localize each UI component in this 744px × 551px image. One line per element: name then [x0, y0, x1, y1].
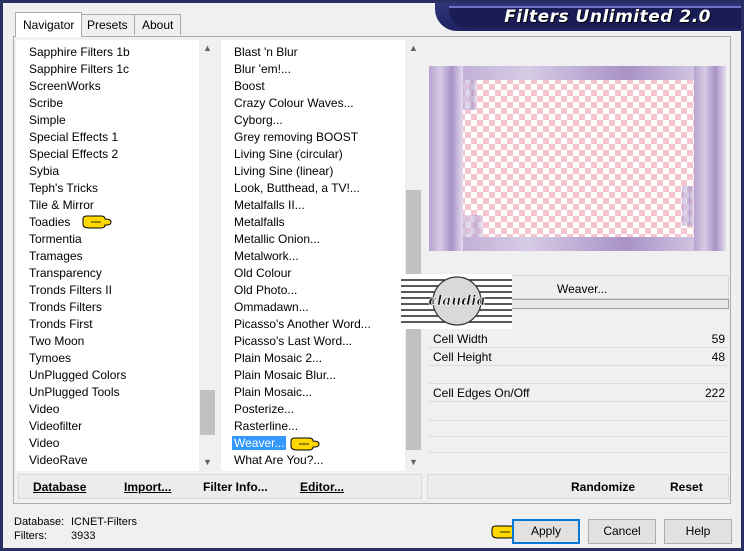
category-list-item[interactable]: Tronds Filters II: [16, 282, 199, 299]
category-list-item[interactable]: Two Moon: [16, 333, 199, 350]
filter-list-item[interactable]: Grey removing BOOST: [221, 129, 405, 146]
filters-status-value: 3933: [71, 530, 96, 542]
category-list-item[interactable]: UnPlugged Tools: [16, 384, 199, 401]
filter-list-item[interactable]: Picasso's Another Word...: [221, 316, 405, 333]
app-title: Filters Unlimited 2.0: [504, 7, 711, 27]
filter-list-item[interactable]: Rasterline...: [221, 418, 405, 435]
category-list-item[interactable]: VideoRave: [16, 452, 199, 469]
category-list-item[interactable]: Video: [16, 435, 199, 452]
category-list-item[interactable]: Videofilter: [16, 418, 199, 435]
tab-about[interactable]: About: [134, 14, 182, 35]
category-list-item[interactable]: Special Effects 2: [16, 146, 199, 163]
category-scrollbar[interactable]: ▲ ▼: [199, 40, 216, 471]
filter-info-button[interactable]: Filter Info...: [203, 480, 268, 494]
pointing-hand-icon: [290, 437, 320, 451]
filter-list-item[interactable]: Metalfalls II...: [221, 197, 405, 214]
category-list-item[interactable]: Tormentia: [16, 231, 199, 248]
watermark-text: claudia: [428, 293, 485, 309]
filter-list-item[interactable]: Look, Butthead, a TV!...: [221, 180, 405, 197]
database-status-value: ICNET-Filters: [71, 516, 137, 528]
param-cell-width[interactable]: Cell Width 59: [429, 330, 729, 348]
tab-presets[interactable]: Presets: [79, 14, 136, 35]
filter-list-item[interactable]: Living Sine (circular): [221, 146, 405, 163]
param-cell-height[interactable]: Cell Height 48: [429, 348, 729, 366]
category-list-item[interactable]: Simple: [16, 112, 199, 129]
category-list-item[interactable]: Sybia: [16, 163, 199, 180]
filter-list-item[interactable]: Metallic Onion...: [221, 231, 405, 248]
category-list-item[interactable]: Tramages: [16, 248, 199, 265]
chevron-up-icon[interactable]: ▲: [199, 40, 216, 57]
filter-name: Weaver...: [557, 282, 608, 296]
database-button[interactable]: Database: [33, 480, 86, 494]
param-label: Cell Edges On/Off: [433, 386, 530, 400]
filter-list-item[interactable]: Metalfalls: [221, 214, 405, 231]
category-list[interactable]: Sapphire Filters 1b Sapphire Filters 1c Sc…: [16, 40, 216, 471]
filter-list-item[interactable]: Boost: [221, 78, 405, 95]
filter-list-item[interactable]: Blur 'em!...: [221, 61, 405, 78]
category-list-item[interactable]: ScreenWorks: [16, 78, 199, 95]
apply-button[interactable]: Apply: [512, 519, 580, 544]
chevron-down-icon[interactable]: ▼: [199, 454, 216, 471]
reset-button[interactable]: Reset: [670, 480, 703, 494]
database-status-label: Database:: [14, 516, 65, 528]
filters-status-label: Filters:: [14, 530, 47, 542]
import-button[interactable]: Import...: [124, 480, 171, 494]
filter-list-item[interactable]: Metalwork...: [221, 248, 405, 265]
filter-list-item[interactable]: Posterize...: [221, 401, 405, 418]
category-list-item[interactable]: Special Effects 1: [16, 129, 199, 146]
param-value: 222: [704, 386, 725, 400]
filter-list-item[interactable]: Cyborg...: [221, 112, 405, 129]
help-button[interactable]: Help: [664, 519, 732, 544]
filters-unlimited-window: Filters Unlimited 2.0 Navigator Presets …: [3, 3, 741, 548]
param-value: 59: [711, 332, 725, 346]
filter-list-item[interactable]: Old Photo...: [221, 282, 405, 299]
category-list-item[interactable]: Scribe: [16, 95, 199, 112]
category-list-item[interactable]: Transparency: [16, 265, 199, 282]
cancel-button[interactable]: Cancel: [588, 519, 656, 544]
filter-list-item[interactable]: Plain Mosaic...: [221, 384, 405, 401]
param-cell-edges[interactable]: Cell Edges On/Off 222: [429, 384, 729, 402]
category-list-item[interactable]: UnPlugged Colors: [16, 367, 199, 384]
filter-list-item[interactable]: Plain Mosaic Blur...: [221, 367, 405, 384]
claudia-watermark: claudia: [401, 274, 512, 329]
category-list-item[interactable]: Teph's Tricks: [16, 180, 199, 197]
category-list-item[interactable]: Tronds First: [16, 316, 199, 333]
category-list-item[interactable]: Video: [16, 401, 199, 418]
tab-navigator[interactable]: Navigator: [15, 12, 83, 37]
category-scroll-thumb[interactable]: [200, 390, 215, 435]
filter-list-item[interactable]: Plain Mosaic 2...: [221, 350, 405, 367]
filter-scrollbar[interactable]: ▲ ▼: [405, 40, 422, 471]
category-list-items: Sapphire Filters 1b Sapphire Filters 1c Sc…: [16, 44, 199, 469]
category-list-item[interactable]: Tymoes: [16, 350, 199, 367]
param-label: Cell Height: [433, 350, 492, 364]
filter-list-item[interactable]: Living Sine (linear): [221, 163, 405, 180]
filter-list-item[interactable]: Old Colour: [221, 265, 405, 282]
filter-list-item[interactable]: Blast 'n Blur: [221, 44, 405, 61]
param-value: 48: [711, 350, 725, 364]
editor-button[interactable]: Editor...: [300, 480, 344, 494]
chevron-down-icon[interactable]: ▼: [405, 454, 422, 471]
randomize-button[interactable]: Randomize: [571, 480, 635, 494]
category-list-item[interactable]: Tronds Filters: [16, 299, 199, 316]
title-banner: Filters Unlimited 2.0: [435, 3, 741, 31]
filter-list-items: Blast 'n Blur Blur 'em!... Boost Crazy Colo…: [221, 44, 405, 469]
pointing-hand-icon: [82, 215, 112, 229]
param-label: Cell Width: [433, 332, 488, 346]
category-list-item[interactable]: Tile & Mirror: [16, 197, 199, 214]
filter-list-item[interactable]: Picasso's Last Word...: [221, 333, 405, 350]
chevron-up-icon[interactable]: ▲: [405, 40, 422, 57]
filter-list-item[interactable]: Crazy Colour Waves...: [221, 95, 405, 112]
filter-preview: [429, 66, 726, 251]
filter-list-item[interactable]: Ommadawn...: [221, 299, 405, 316]
filter-list-item[interactable]: What Are You?...: [221, 452, 405, 469]
category-list-item[interactable]: Sapphire Filters 1c: [16, 61, 199, 78]
category-list-item[interactable]: Sapphire Filters 1b: [16, 44, 199, 61]
filter-list[interactable]: Blast 'n Blur Blur 'em!... Boost Crazy Colo…: [221, 40, 422, 471]
